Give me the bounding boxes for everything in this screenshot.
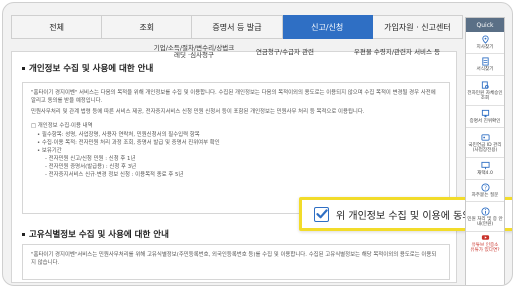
quick-item-branch-search[interactable]: 지사찾기 [466,32,504,54]
quick-item-self-approval[interactable]: 전자민원 자체승인 조회 [466,76,504,106]
quick-item-home-office[interactable]: 재택4.0 [466,158,504,180]
tab-all[interactable]: 전체 [11,15,103,39]
privacy-notice-box[interactable]: "홈타이기 경지이벤" 서비스는 다음의 목적을 위해 개인정보를 수집 및 이… [22,82,450,214]
quick-item-form-search[interactable]: 서식찾기 [466,54,504,76]
privacy-intro-2: 민원사무처리 및 관계 법령 등에 따른 서비스 제공, 전자증지서비스 신청 … [31,109,365,115]
quick-item-guide[interactable]: 민원 처리 및 증 안내(만원) [466,202,504,232]
question-icon: ? [480,183,490,192]
subtab-corporate-review[interactable]: 기업/소득/절차/변수리/상법크레딧 ·심사청구 [149,41,239,63]
subtab-pension-claim[interactable]: 연금청구/수급자 관련 [239,41,331,63]
document-search-icon [481,80,489,89]
list-subitem: - 전자민원 신고/신청 민원 : 신청 후 1년 [45,156,136,162]
youtube-icon [481,235,489,240]
main-tab-bar: 전체 조회 증명서 등 발급 신고/신청 가입자원 · 신고센터 [11,15,464,39]
unique-id-section-title: 고유식별정보 수집 및 사용에 대한 안내 [22,228,169,240]
unique-id-notice-box[interactable]: "홈타이기 경지이벤"서비스는 민원사무처리를 위해 고유식별정보(주민등록번호… [22,244,450,280]
quick-item-certificate-verify[interactable]: 증명서 진위확인 [466,106,504,128]
certificate-icon [481,109,489,118]
list-item: • 보유기간 [37,148,62,154]
privacy-section-title: 개인정보 수집 및 사용에 대한 안내 [22,62,153,74]
app-window: 전체 조회 증명서 등 발급 신고/신청 가입자원 · 신고센터 개인정보 수집… [2,2,513,286]
bullet-icon [22,233,25,236]
privacy-heading: □ 개인정보 수집·이용 내역 [31,123,93,129]
content-panel: 개인정보 수집 및 사용에 대한 안내 "홈타이기 경지이벤" 서비스는 다음의… [11,51,457,283]
list-item: • 필수항목: 성명, 사업장명, 사용자 연락처, 민원신청서의 필수입력 항… [37,132,200,138]
document-icon [481,57,489,66]
id-card-icon [480,133,490,141]
quick-menu: Quick 지사찾기 서식찾기 전자민원 자체승인 조회 증명서 진위확인 국민… [465,17,505,285]
quick-item-id-management[interactable]: 국민연금 ID 관리 (사업장전용) [466,128,504,158]
subtab-mailing-address[interactable]: 우편물 수령지/관련자 서비스 등 [331,41,463,63]
tab-report-application[interactable]: 신고/신청 [282,15,373,39]
sub-tab-bar: 기업/소득/절차/변수리/상법크레딧 ·심사청구 연금청구/수급자 관련 우편물… [149,41,463,63]
tab-inquiry[interactable]: 조회 [102,15,193,39]
quick-item-youtube[interactable]: 유튜브 인증소 유튜가 있다면? [466,232,504,254]
checkmark-icon [315,209,328,219]
map-pin-icon [481,35,489,44]
tab-member-report-center[interactable]: 가입자원 · 신고센터 [372,15,464,39]
quick-item-faq[interactable]: ? 자주묻는 질문 [466,180,504,202]
monitor-icon [480,161,490,170]
tab-certificate[interactable]: 증명서 등 발급 [192,15,283,39]
list-item: • 수집·이용 목적: 전자민원 처리 과정 조회, 증명서 발급 및 증명서 … [37,140,220,146]
unique-id-intro: "홈타이기 경지이벤"서비스는 민원사무처리를 위해 고유식별정보(주민등록번호… [31,252,437,266]
privacy-intro: "홈타이기 경지이벤" 서비스는 다음의 목적을 위해 개인정보를 수집 및 이… [31,90,436,104]
bullet-icon [22,67,25,70]
list-subitem: - 전자증지서비스 신규·변경 정보 신청 : 이용목적 종료 후 5년 [45,172,184,178]
info-icon [480,206,490,216]
consent-checkbox[interactable] [314,206,329,222]
list-subitem: - 전자민원 증명서(발급용) : 신청 후 3년 [45,164,137,170]
quick-menu-header: Quick [466,18,504,32]
svg-text:?: ? [484,186,487,192]
